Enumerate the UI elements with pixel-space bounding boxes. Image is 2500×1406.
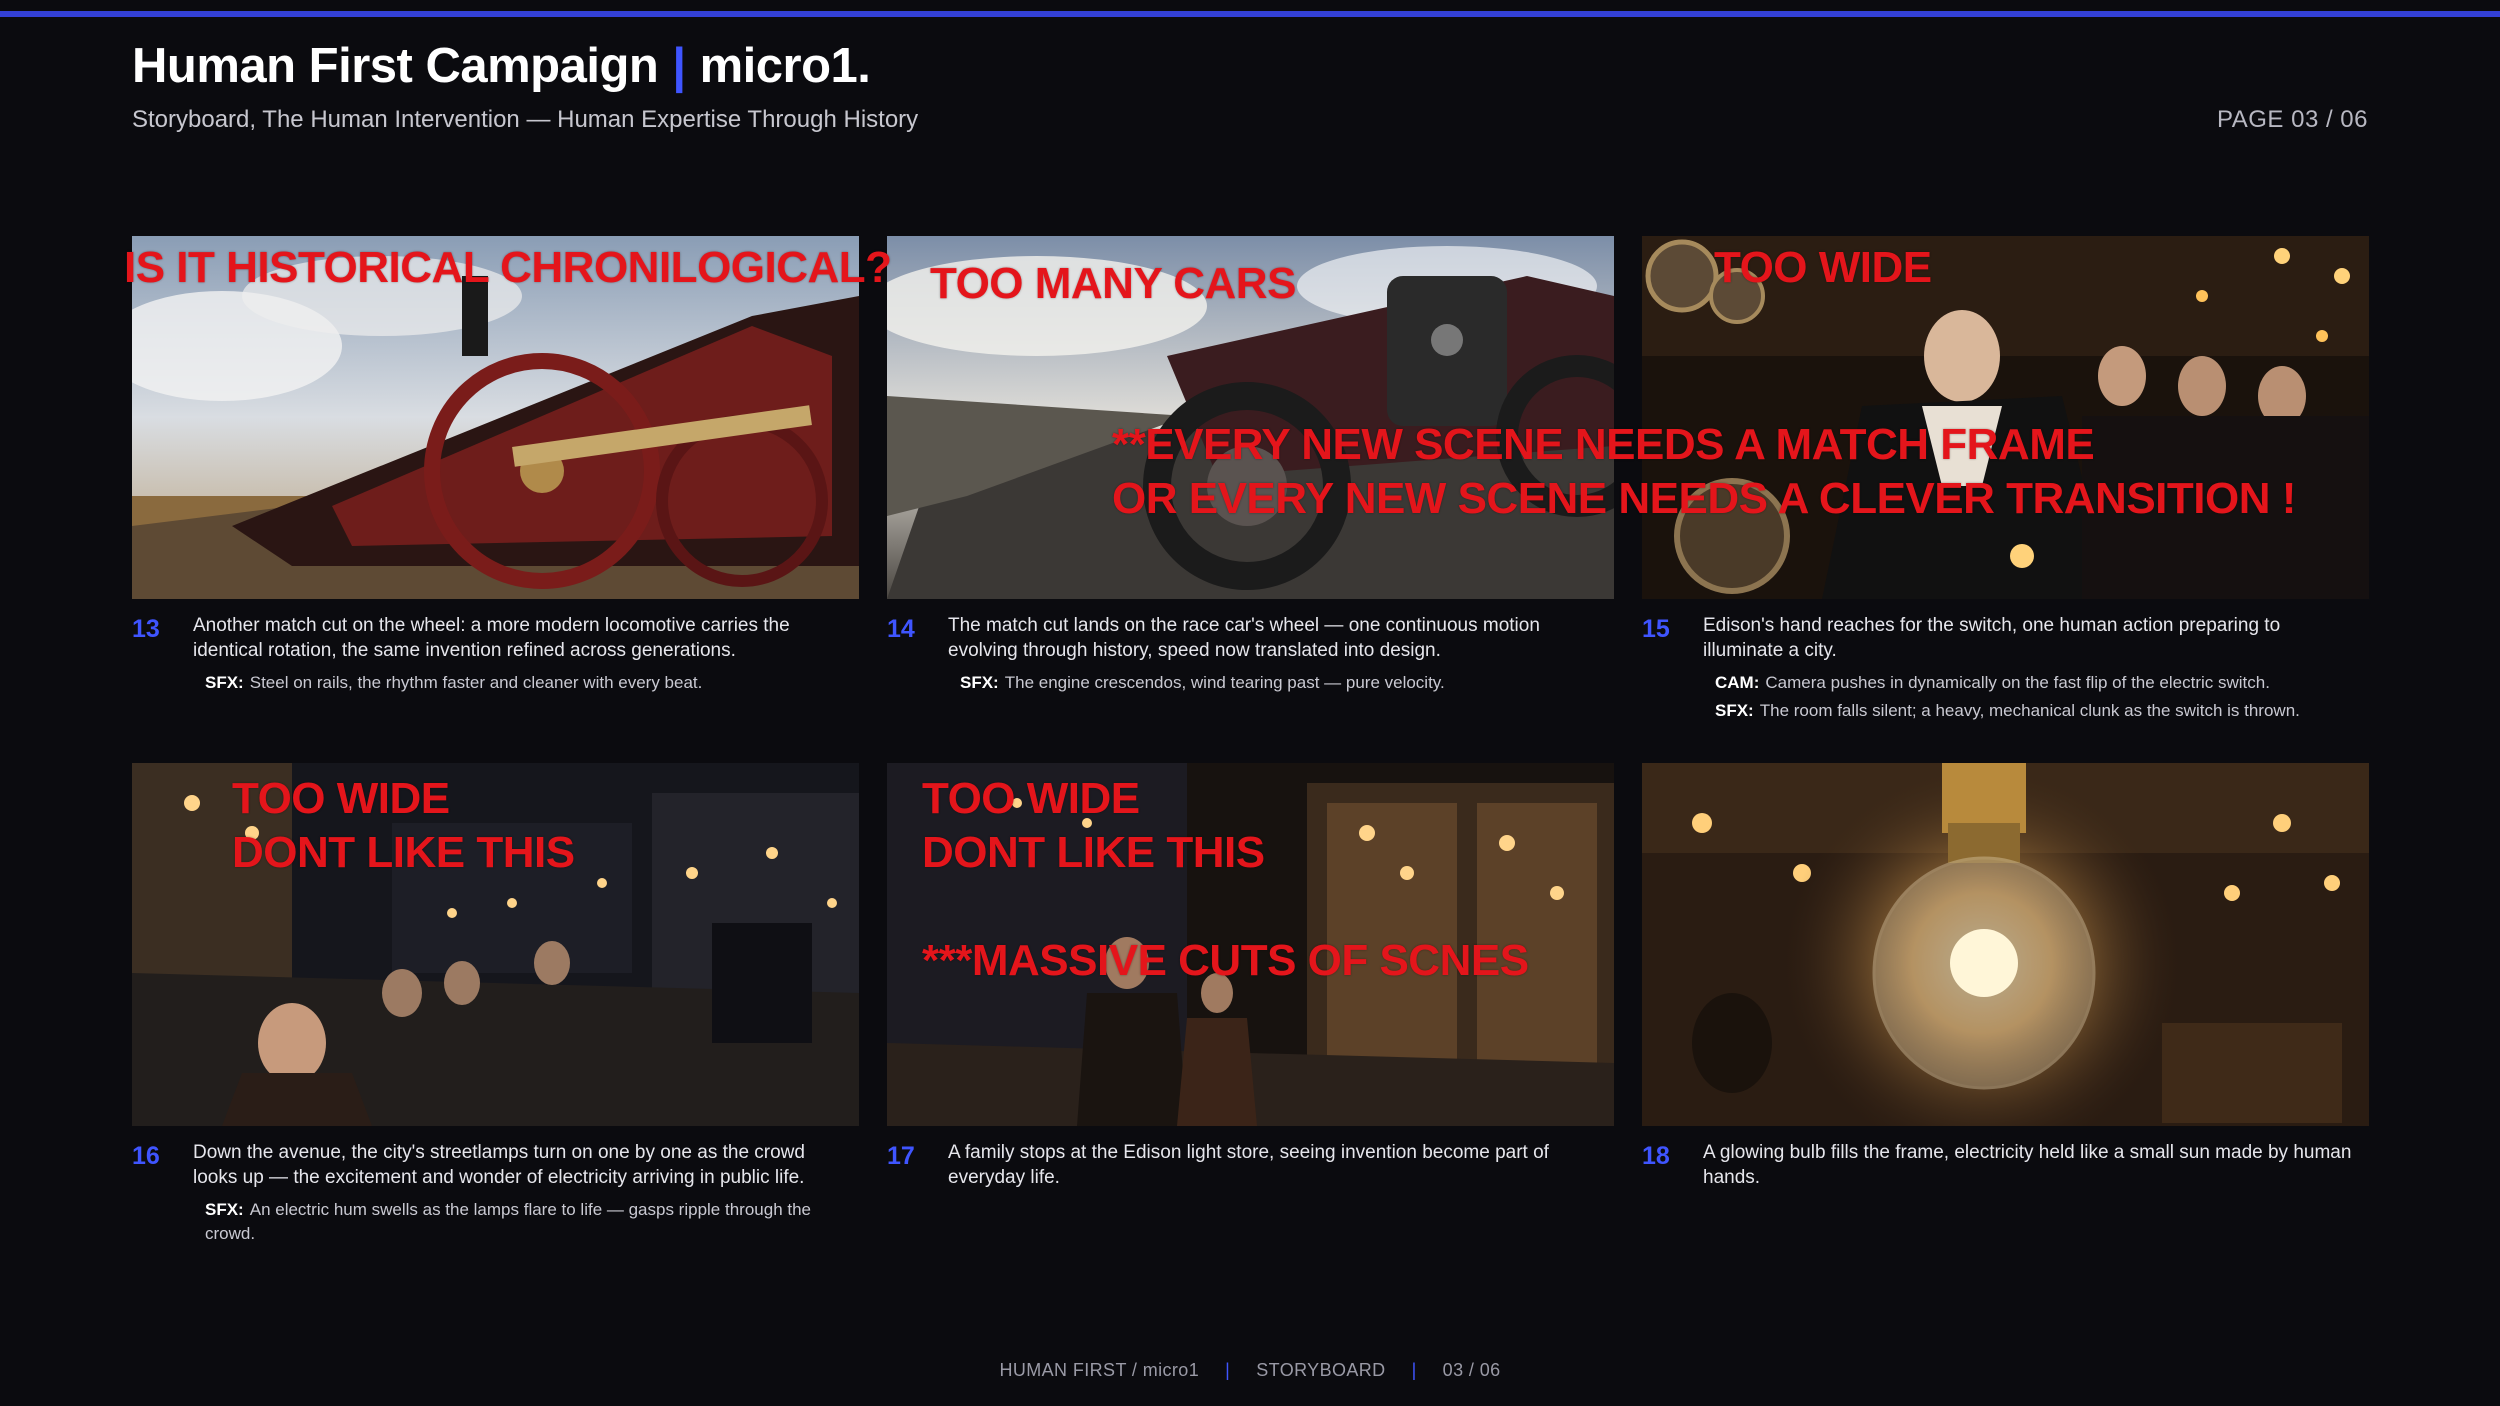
annotation-match-frame-line2: OR EVERY NEW SCENE NEEDS A CLEVER TRANSI… (1112, 474, 2296, 523)
note-text: An electric hum swells as the lamps flar… (205, 1200, 811, 1243)
scene-description: The match cut lands on the race car's wh… (948, 615, 1540, 661)
annotation-too-many-cars: TOO MANY CARS (930, 259, 1296, 308)
page-title: Human First Campaign | micro1. (132, 38, 871, 94)
note-text: The engine crescendos, wind tearing past… (1004, 673, 1445, 692)
scene-description: Edison's hand reaches for the switch, on… (1703, 615, 2281, 661)
scene-number: 18 (1642, 1142, 1670, 1170)
annotation-too-wide-16: TOO WIDE (232, 774, 450, 823)
title-separator: | (672, 39, 686, 93)
note-label: SFX: (205, 673, 244, 692)
scene-sfx-note: SFX: The room falls silent; a heavy, mech… (1715, 699, 2365, 723)
scene-sfx-note: SFX: The engine crescendos, wind tearing … (960, 671, 1610, 695)
note-text: Camera pushes in dynamically on the fast… (1765, 673, 2270, 692)
note-label: SFX: (205, 1200, 244, 1219)
note-label: SFX: (1715, 701, 1754, 720)
scene-number: 13 (132, 615, 160, 643)
scene-description: A glowing bulb fills the frame, electric… (1703, 1142, 2352, 1188)
note-text: The room falls silent; a heavy, mechanic… (1759, 701, 2300, 720)
scene-sfx-note: SFX: Steel on rails, the rhythm faster an… (205, 671, 855, 695)
scene-sfx-note: SFX: An electric hum swells as the lamps … (205, 1198, 855, 1246)
footer-section: STORYBOARD (1256, 1360, 1386, 1380)
footer-separator: | (1411, 1360, 1417, 1380)
page-footer: HUMAN FIRST / micro1 | STORYBOARD | 03 / 06 (0, 1360, 2500, 1381)
footer-separator: | (1225, 1360, 1231, 1380)
annotation-dont-like-16: DONT LIKE THIS (232, 828, 575, 877)
footer-brand: HUMAN FIRST / micro1 (999, 1360, 1200, 1380)
storyboard-panel-18: 18 A glowing bulb fills the frame, elect… (1642, 763, 2369, 1190)
scene-number: 14 (887, 615, 915, 643)
brand-logo-text: micro1. (699, 39, 871, 93)
annotation-match-frame-line1: **EVERY NEW SCENE NEEDS A MATCH FRAME (1112, 420, 2095, 469)
page-subtitle: Storyboard, The Human Intervention — Hum… (132, 106, 919, 133)
footer-page: 03 / 06 (1442, 1360, 1501, 1380)
scene-number: 15 (1642, 615, 1670, 643)
storyboard-panel-13: 13 Another match cut on the wheel: a mor… (132, 236, 859, 695)
glowing-bulb-image (1642, 763, 2369, 1126)
campaign-title: Human First Campaign (132, 39, 659, 93)
note-label: CAM: (1715, 673, 1760, 692)
annotation-too-wide-17: TOO WIDE (922, 774, 1140, 823)
annotation-massive-cuts: ***MASSIVE CUTS OF SCNES (922, 936, 1529, 985)
annotation-chronological: IS IT HISTORICAL CHRONILOGICAL? (124, 243, 892, 292)
annotation-dont-like-17: DONT LIKE THIS (922, 828, 1265, 877)
scene-description: A family stops at the Edison light store… (948, 1142, 1549, 1188)
scene-description: Down the avenue, the city's streetlamps … (193, 1142, 805, 1188)
note-text: Steel on rails, the rhythm faster and cl… (249, 673, 703, 692)
scene-description: Another match cut on the wheel: a more m… (193, 615, 790, 661)
scene-number: 17 (887, 1142, 915, 1170)
annotation-too-wide-15: TOO WIDE (1714, 243, 1932, 292)
frame-image-glowing-bulb (1642, 763, 2369, 1126)
scene-number: 16 (132, 1142, 160, 1170)
top-accent-bar (0, 11, 2500, 17)
scene-cam-note: CAM: Camera pushes in dynamically on the … (1715, 671, 2365, 695)
note-label: SFX: (960, 673, 999, 692)
page-indicator: PAGE 03 / 06 (2217, 106, 2368, 133)
